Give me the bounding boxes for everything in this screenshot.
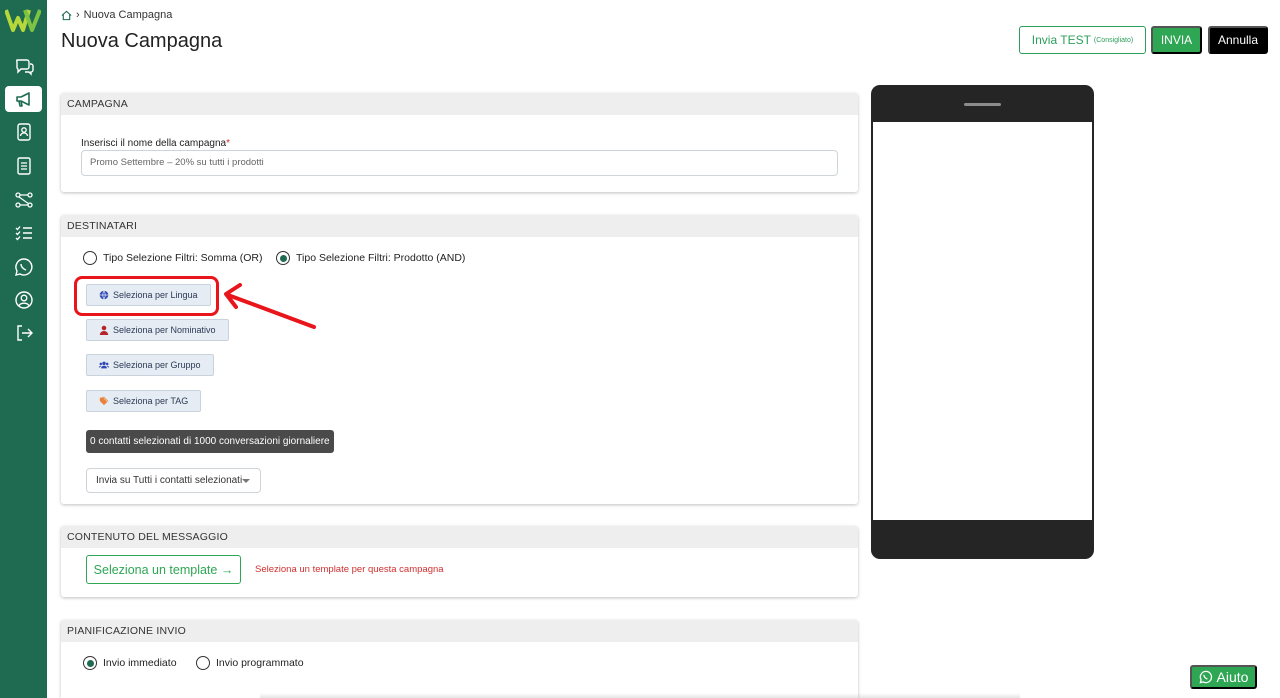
sidebar-item-whatsapp[interactable]	[5, 254, 42, 280]
sidebar-item-profile[interactable]	[5, 287, 42, 313]
select-by-name-button[interactable]: Seleziona per Nominativo	[86, 319, 229, 341]
send-target-select[interactable]: Invia su Tutti i contatti selezionati	[86, 468, 261, 493]
phone-speaker	[964, 103, 1001, 106]
recipients-card: DESTINATARI Tipo Selezione Filtri: Somma…	[61, 215, 858, 504]
sidebar-item-contacts[interactable]	[5, 119, 42, 145]
content-card: CONTENUTO DEL MESSAGGIO Seleziona un tem…	[61, 526, 858, 597]
content-card-header: CONTENUTO DEL MESSAGGIO	[61, 526, 858, 548]
checklist-icon	[15, 226, 32, 241]
help-button[interactable]: Aiuto	[1190, 665, 1257, 689]
sidebar-item-flows[interactable]	[5, 187, 42, 213]
page-title: Nuova Campagna	[61, 30, 223, 52]
sidebar-item-documents[interactable]	[5, 153, 42, 179]
chevron-down-icon	[242, 479, 250, 483]
breadcrumb-separator: ›	[76, 9, 80, 21]
breadcrumb: › Nuova Campagna	[61, 9, 172, 21]
user-icon	[99, 325, 109, 335]
select-template-button[interactable]: Seleziona un template →	[86, 555, 241, 584]
send-immediate-label: Invio immediato	[103, 657, 177, 669]
filter-and-option[interactable]: Tipo Selezione Filtri: Prodotto (AND)	[276, 251, 465, 265]
campaign-name-label-text: Inserisci il nome della campagna	[81, 138, 227, 149]
cancel-button[interactable]: Annulla	[1208, 26, 1268, 54]
contacts-counter-badge: 0 contatti selezionati di 1000 conversaz…	[86, 430, 334, 453]
campaign-name-label: Inserisci il nome della campagna*	[81, 138, 230, 149]
contacts-icon	[16, 123, 31, 141]
send-scheduled-label: Invio programmato	[216, 657, 304, 669]
app-logo[interactable]	[4, 8, 42, 32]
whatsapp-icon	[14, 258, 33, 276]
help-label: Aiuto	[1216, 669, 1249, 685]
sidebar-item-logout[interactable]	[5, 320, 42, 346]
select-by-tag-button[interactable]: Seleziona per TAG	[86, 390, 202, 412]
campaign-name-input[interactable]: Promo Settembre – 20% su tutti i prodott…	[81, 150, 838, 176]
filter-and-label: Tipo Selezione Filtri: Prodotto (AND)	[296, 252, 466, 264]
send-test-hint: (Consigliato)	[1093, 36, 1134, 44]
phone-preview	[871, 85, 1094, 559]
select-by-group-button[interactable]: Seleziona per Gruppo	[86, 354, 214, 376]
schedule-card-header: PIANIFICAZIONE INVIO	[61, 620, 858, 642]
sidebar-item-tasks[interactable]	[5, 220, 42, 246]
select-by-name-label: Seleziona per Nominativo	[113, 325, 216, 335]
send-test-label: Invia TEST	[1031, 33, 1091, 47]
filter-or-radio[interactable]	[83, 251, 97, 265]
campaign-card-header: CAMPAGNA	[61, 93, 858, 115]
schedule-card: PIANIFICAZIONE INVIO Invio immediato Inv…	[61, 620, 858, 698]
users-icon	[99, 361, 109, 369]
send-scheduled-option[interactable]: Invio programmato	[196, 656, 304, 670]
flow-icon	[14, 192, 33, 208]
campaign-card: CAMPAGNA Inserisci il nome della campagn…	[61, 93, 858, 192]
send-immediate-option[interactable]: Invio immediato	[83, 656, 177, 670]
select-by-group-label: Seleziona per Gruppo	[113, 360, 201, 370]
sidebar-item-campaigns[interactable]	[5, 86, 42, 112]
send-scheduled-radio[interactable]	[196, 656, 210, 670]
home-icon[interactable]	[61, 10, 72, 21]
required-mark: *	[226, 138, 230, 149]
tag-icon	[99, 396, 109, 406]
filter-or-option[interactable]: Tipo Selezione Filtri: Somma (OR)	[83, 251, 262, 265]
sidebar-item-chat[interactable]	[5, 53, 42, 79]
annotation-highlight-box	[74, 276, 219, 316]
send-target-value: Invia su Tutti i contatti selezionati	[96, 475, 243, 486]
template-hint: Seleziona un template per questa campagn…	[255, 564, 444, 575]
send-immediate-radio[interactable]	[83, 656, 97, 670]
filter-and-radio[interactable]	[276, 251, 290, 265]
annotation-arrow	[224, 283, 316, 329]
filter-or-label: Tipo Selezione Filtri: Somma (OR)	[103, 252, 263, 264]
whatsapp-icon	[1199, 670, 1212, 684]
breadcrumb-current: Nuova Campagna	[83, 9, 173, 21]
bottom-shadow	[260, 693, 1020, 698]
select-by-tag-label: Seleziona per TAG	[113, 396, 189, 406]
send-test-button[interactable]: Invia TEST (Consigliato)	[1019, 26, 1146, 54]
document-icon	[16, 157, 31, 175]
recipients-card-header: DESTINATARI	[61, 215, 858, 237]
logout-icon	[16, 325, 33, 341]
megaphone-icon	[15, 92, 30, 107]
user-circle-icon	[14, 291, 33, 309]
chat-icon	[15, 59, 34, 76]
phone-screen	[873, 122, 1092, 520]
send-button[interactable]: INVIA	[1151, 26, 1202, 54]
sidebar	[0, 0, 47, 698]
